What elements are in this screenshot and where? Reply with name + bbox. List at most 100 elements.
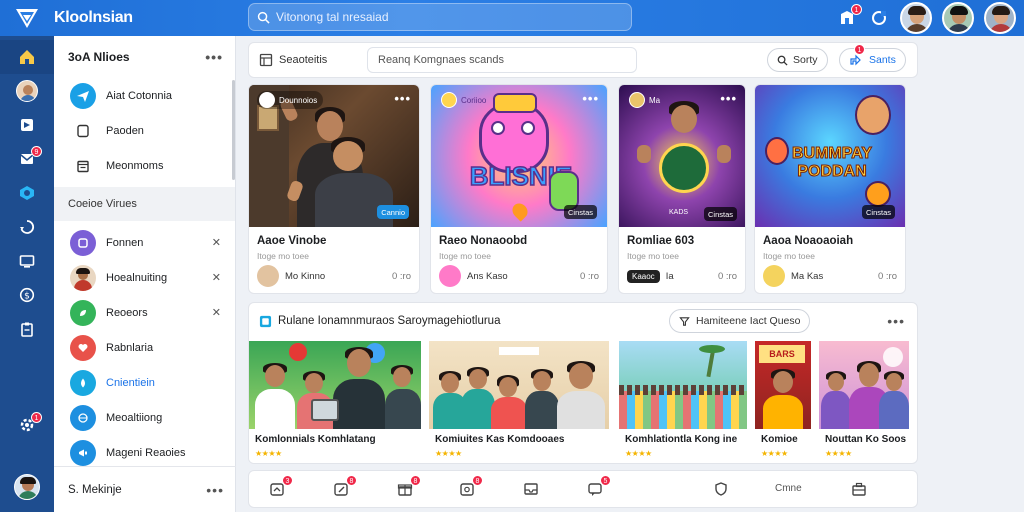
bookmark-icon[interactable] <box>883 347 903 367</box>
rail-dollar-icon[interactable]: $ <box>0 278 54 312</box>
rail-inbox-icon[interactable]: 9 <box>0 142 54 176</box>
recommendation-card[interactable]: Komlonnials Komhlatang ★★★★ <box>249 341 421 463</box>
card-pill[interactable]: Kaaoc <box>627 269 660 283</box>
droplet-icon <box>70 369 96 396</box>
person-avatar <box>70 264 96 291</box>
rail-profile-avatar[interactable] <box>0 74 54 108</box>
toolbar-label: Seaoteitis <box>279 54 328 66</box>
notifications-icon[interactable]: 1 <box>836 4 862 29</box>
rail-settings-gear-icon[interactable]: 1 <box>0 408 54 442</box>
card-more-icon[interactable]: ••• <box>582 91 599 106</box>
sidebar-subitem-5[interactable]: Meoaltiiong <box>54 400 235 435</box>
rail-bottom-badge: 1 <box>31 412 42 423</box>
remove-icon[interactable]: ✕ <box>212 271 221 284</box>
megaphone-icon <box>70 439 96 466</box>
search-bar[interactable] <box>248 3 632 31</box>
feed-card[interactable]: Cannio Dounnoios ••• Aaoe Vinobe Itoge m… <box>248 84 420 294</box>
recommendation-card[interactable]: BARS Komioe ★★★★ <box>755 341 811 463</box>
edit-icon[interactable]: 8 <box>331 475 357 499</box>
recommendations-more-icon[interactable]: ••• <box>887 313 905 329</box>
remove-icon[interactable]: ✕ <box>212 236 221 249</box>
card-kicker: KADS <box>669 209 689 216</box>
rail-cube-icon[interactable] <box>0 176 54 210</box>
friend-avatar-1[interactable] <box>900 2 932 34</box>
rail-flag-icon[interactable] <box>0 108 54 142</box>
card-meta: Ans Kaso 0 :ro <box>439 265 599 287</box>
card-title: Komhlationtla Kong ine <box>625 434 738 445</box>
sidebar-subitem-4[interactable]: Cnientiein <box>54 365 235 400</box>
recommendations-section: Rulane Ionamnmuraos Saroymagehiotlurua H… <box>248 302 918 464</box>
search-input[interactable] <box>276 10 576 24</box>
recommendation-card[interactable]: Nouttan Ko Soos ★★★★ <box>819 341 909 463</box>
rail-monitor-icon[interactable] <box>0 244 54 278</box>
footer-more-icon[interactable]: ••• <box>206 482 224 498</box>
card-photo <box>429 341 609 429</box>
sidebar-subitem-3[interactable]: Rabnlaria <box>54 330 235 365</box>
plane-icon <box>70 82 96 109</box>
card-subtitle: Itoge mo toee <box>763 251 815 261</box>
card-more-icon[interactable]: ••• <box>720 91 737 106</box>
bottom-bar-text[interactable]: Cmne <box>775 483 802 494</box>
more-options-icon[interactable]: ••• <box>205 49 223 65</box>
rating-stars: ★★★★ <box>761 449 788 458</box>
chat-icon[interactable]: 5 <box>585 475 611 499</box>
card-author-chip[interactable]: Coriioo <box>439 91 492 109</box>
sidebar-subitem-6[interactable]: Mageni Reaoies <box>54 435 235 470</box>
shield-icon[interactable] <box>711 479 731 499</box>
sidebar-subitem-0[interactable]: Fonnen ✕ <box>54 225 235 260</box>
rail-home-icon[interactable] <box>0 40 54 74</box>
chart-icon <box>259 315 272 327</box>
recommendation-card[interactable]: Komhlationtla Kong ine ★★★★ <box>619 341 747 463</box>
sidebar-subitem-1[interactable]: Hoealnuiting ✕ <box>54 260 235 295</box>
sidebar-item-1[interactable]: Paoden <box>54 113 235 148</box>
card-author-chip[interactable]: Ma <box>627 91 666 109</box>
card-meta: Mo Kinno 0 :ro <box>257 265 411 287</box>
sidebar-item-2[interactable]: Meonmoms <box>54 148 235 183</box>
search-icon <box>257 11 270 24</box>
card-title: Raeo Nonaoobd <box>439 235 528 247</box>
rail-badge: 9 <box>31 146 42 157</box>
user-avatar[interactable] <box>984 2 1016 34</box>
settings-icon[interactable] <box>868 7 890 29</box>
gift-icon[interactable]: 8 <box>395 475 421 499</box>
card-author-chip[interactable]: Dounnoios <box>257 91 324 109</box>
card-title: Komiuites Kas Komdooaes <box>435 434 565 445</box>
rail-user-avatar[interactable] <box>0 470 54 504</box>
rail-recycle-icon[interactable] <box>0 210 54 244</box>
toolbar-search-input[interactable]: Reanq Komgnaes scands <box>367 47 637 73</box>
share-button[interactable]: 1 Sants <box>839 44 906 72</box>
feed-card[interactable]: BUMMPAY PODDAN Cinstas Aaoa Noaoaoiah It… <box>754 84 906 294</box>
rail-clipboard-icon[interactable] <box>0 312 54 346</box>
app-logo-icon[interactable] <box>0 0 54 36</box>
card-subtitle: Itoge mo toee <box>257 251 309 261</box>
sort-button[interactable]: Sorty <box>767 48 828 72</box>
card-title: Aaoe Vinobe <box>257 235 327 247</box>
share-icon[interactable]: 3 <box>267 475 293 499</box>
card-tag: Cinstas <box>703 207 737 221</box>
card-tag: Cinstas <box>563 205 597 219</box>
card-title: Romliae 603 <box>627 235 695 247</box>
globe-icon <box>70 404 96 431</box>
leaf-icon <box>70 299 96 326</box>
rating-stars: ★★★★ <box>625 449 652 458</box>
briefcase-icon[interactable] <box>849 479 869 499</box>
photo-icon[interactable]: 8 <box>457 475 483 499</box>
card-meta: Kaaoc Ia 0 :ro <box>627 265 737 287</box>
sidebar-footer[interactable]: S. Mekinje ••• <box>54 466 236 512</box>
rating-stars: ★★★★ <box>435 449 462 458</box>
card-photo <box>819 341 909 429</box>
recommendation-card[interactable]: Komiuites Kas Komdooaes ★★★★ <box>429 341 609 463</box>
calendar-icon <box>70 153 96 179</box>
filter-button[interactable]: Hamiteene Iact Queso <box>669 309 811 333</box>
sidebar-subitem-2[interactable]: Reoeors ✕ <box>54 295 235 330</box>
feed-card[interactable]: Cinstas KADS Ma ••• Romliae 603 Itoge mo… <box>618 84 746 294</box>
recommendations-header: Rulane Ionamnmuraos Saroymagehiotlurua H… <box>249 303 917 339</box>
feed-card[interactable]: BLISNIE Cinstas Coriioo ••• Raeo Nonaoob… <box>430 84 608 294</box>
sidebar-item-0[interactable]: Aiat Cotonnia <box>54 78 235 113</box>
remove-icon[interactable]: ✕ <box>212 306 221 319</box>
friend-avatar-2[interactable] <box>942 2 974 34</box>
inbox-icon[interactable] <box>521 479 541 499</box>
card-more-icon[interactable]: ••• <box>394 91 411 106</box>
svg-text:$: $ <box>24 292 30 302</box>
card-photo <box>619 341 747 429</box>
